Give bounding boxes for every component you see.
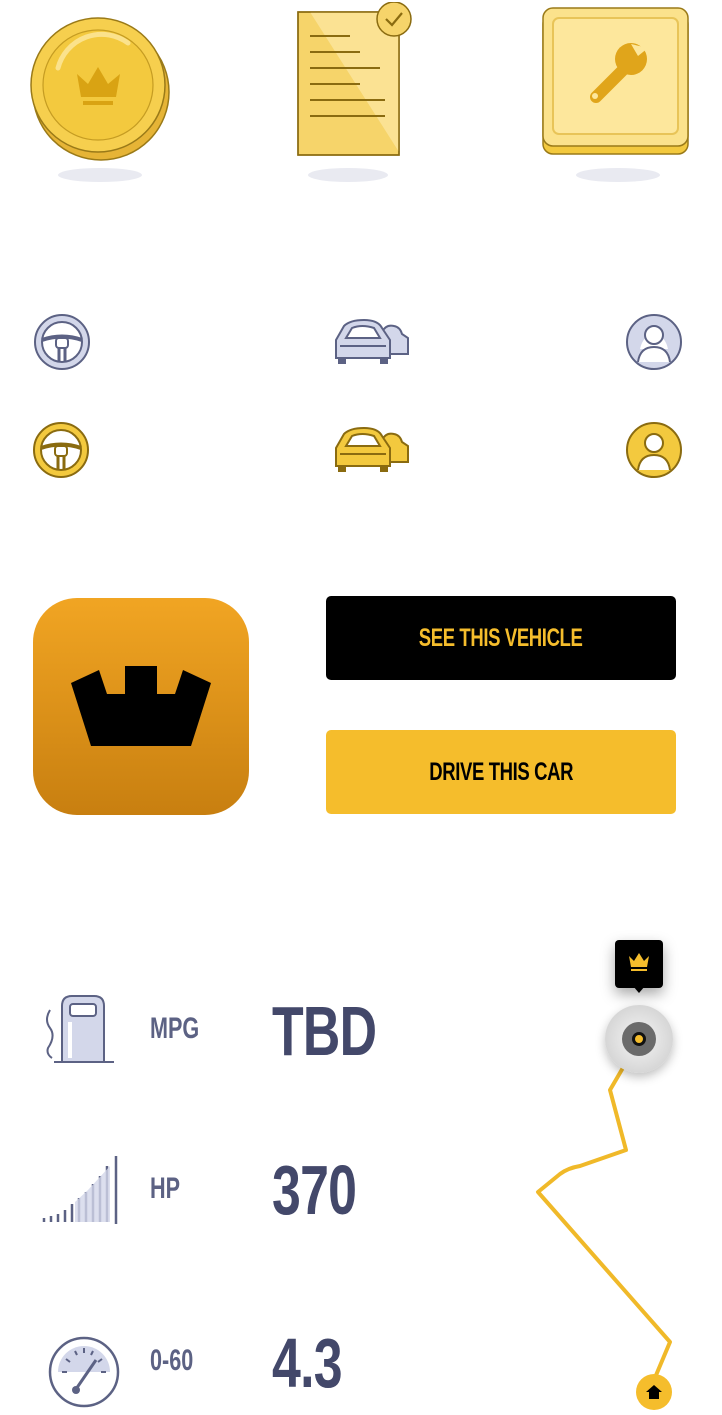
stat-value-mpg: TBD: [272, 992, 377, 1070]
crown-icon: [629, 953, 649, 971]
app-icon[interactable]: [33, 598, 249, 815]
cars-icon: [332, 318, 412, 366]
pin-pointer: [633, 986, 645, 993]
current-location-dot[interactable]: [605, 1005, 673, 1073]
coin-crown-icon: [28, 8, 174, 186]
user-icon: [625, 313, 683, 371]
cars-icon: [332, 426, 412, 474]
route-map: [520, 930, 720, 1410]
signal-bars-icon: [40, 1152, 122, 1228]
wrench-box-icon: [538, 4, 694, 186]
stat-value-0-60: 4.3: [272, 1324, 343, 1402]
home-icon: [646, 1385, 662, 1399]
crown-icon: [71, 666, 211, 746]
see-this-vehicle-button[interactable]: SEE THIS VEHICLE: [326, 596, 676, 680]
document-check-icon: [290, 1, 420, 186]
drive-this-car-button[interactable]: DRIVE THIS CAR: [326, 730, 676, 814]
stat-label-0-60: 0-60: [150, 1344, 194, 1377]
home-marker[interactable]: [636, 1374, 672, 1410]
steering-wheel-icon: [31, 421, 91, 479]
speedometer-icon: [46, 1334, 122, 1410]
location-pin-marker[interactable]: [615, 940, 663, 988]
drive-this-car-label: DRIVE THIS CAR: [429, 757, 573, 786]
steering-wheel-icon: [33, 313, 91, 371]
stat-label-mpg: MPG: [150, 1012, 200, 1045]
fuel-pump-icon: [40, 992, 120, 1066]
stat-value-hp: 370: [272, 1151, 357, 1229]
see-this-vehicle-label: SEE THIS VEHICLE: [419, 623, 583, 652]
stat-label-hp: HP: [150, 1172, 181, 1205]
user-icon: [625, 421, 683, 479]
